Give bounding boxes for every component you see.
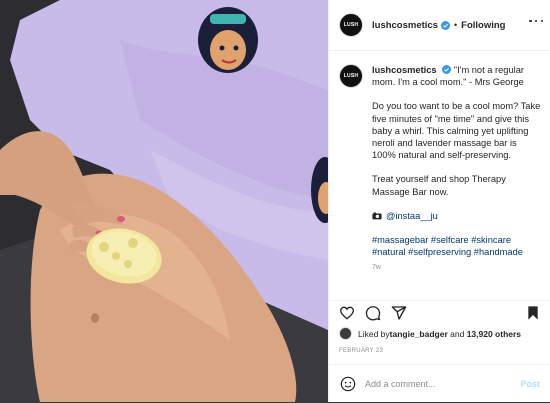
camera-icon (372, 212, 382, 220)
comment-icon[interactable] (365, 305, 381, 321)
verified-badge-icon (441, 20, 450, 30)
caption-username[interactable]: lushcosmetics (372, 65, 437, 75)
caption-time-ago: 7w (372, 264, 381, 272)
likes-middle: and (447, 328, 467, 339)
heart-icon[interactable] (339, 305, 355, 321)
account-avatar[interactable]: LUSH (339, 13, 363, 37)
more-options-icon[interactable] (529, 18, 543, 24)
post-details-panel: LUSH lushcosmetics • Following LUSH lush… (328, 0, 550, 402)
liker-avatar[interactable] (339, 327, 352, 340)
instagram-post-modal: LUSH lushcosmetics • Following LUSH lush… (0, 0, 550, 402)
caption-avatar[interactable]: LUSH (339, 64, 363, 88)
caption-paragraph-1: Do you too want to be a cool mom? Take f… (372, 101, 541, 161)
caption-paragraph-2: Treat yourself and shop Therapy Massage … (372, 174, 506, 197)
liker-username[interactable]: tangie_badger (390, 329, 448, 339)
post-header: LUSH lushcosmetics • Following (329, 0, 550, 51)
caption-text: lushcosmetics "I'm not a regular mom. I'… (372, 64, 541, 275)
comment-composer: Add a comment... Post (329, 364, 550, 403)
likes-prefix: Liked by (358, 328, 390, 339)
share-icon[interactable] (391, 305, 407, 321)
bookmark-icon[interactable] (525, 305, 541, 321)
post-comment-button[interactable]: Post (520, 379, 540, 389)
post-photo[interactable] (0, 0, 328, 402)
likes-count-link[interactable]: 13,920 others (467, 329, 521, 339)
credit-mention-link[interactable]: @instaa__ju (386, 211, 438, 221)
emoji-icon[interactable] (340, 376, 356, 392)
post-date[interactable]: FEBRUARY 23 (339, 348, 383, 354)
caption-comment: LUSH lushcosmetics "I'm not a regular mo… (329, 51, 550, 275)
verified-badge-icon (442, 65, 452, 74)
post-actions-bar (329, 300, 550, 325)
following-button[interactable]: Following (461, 20, 505, 31)
post-image (0, 0, 328, 402)
header-separator: • (454, 20, 458, 30)
comment-input[interactable]: Add a comment... (365, 379, 520, 389)
account-username[interactable]: lushcosmetics (372, 20, 438, 31)
caption-section: LUSH lushcosmetics "I'm not a regular mo… (329, 51, 550, 298)
hashtags-links[interactable]: #massagebar #selfcare #skincare #natural… (372, 235, 523, 257)
character-patch (198, 7, 258, 73)
likes-summary: Liked by tangie_badger and 13,920 others (339, 327, 521, 340)
